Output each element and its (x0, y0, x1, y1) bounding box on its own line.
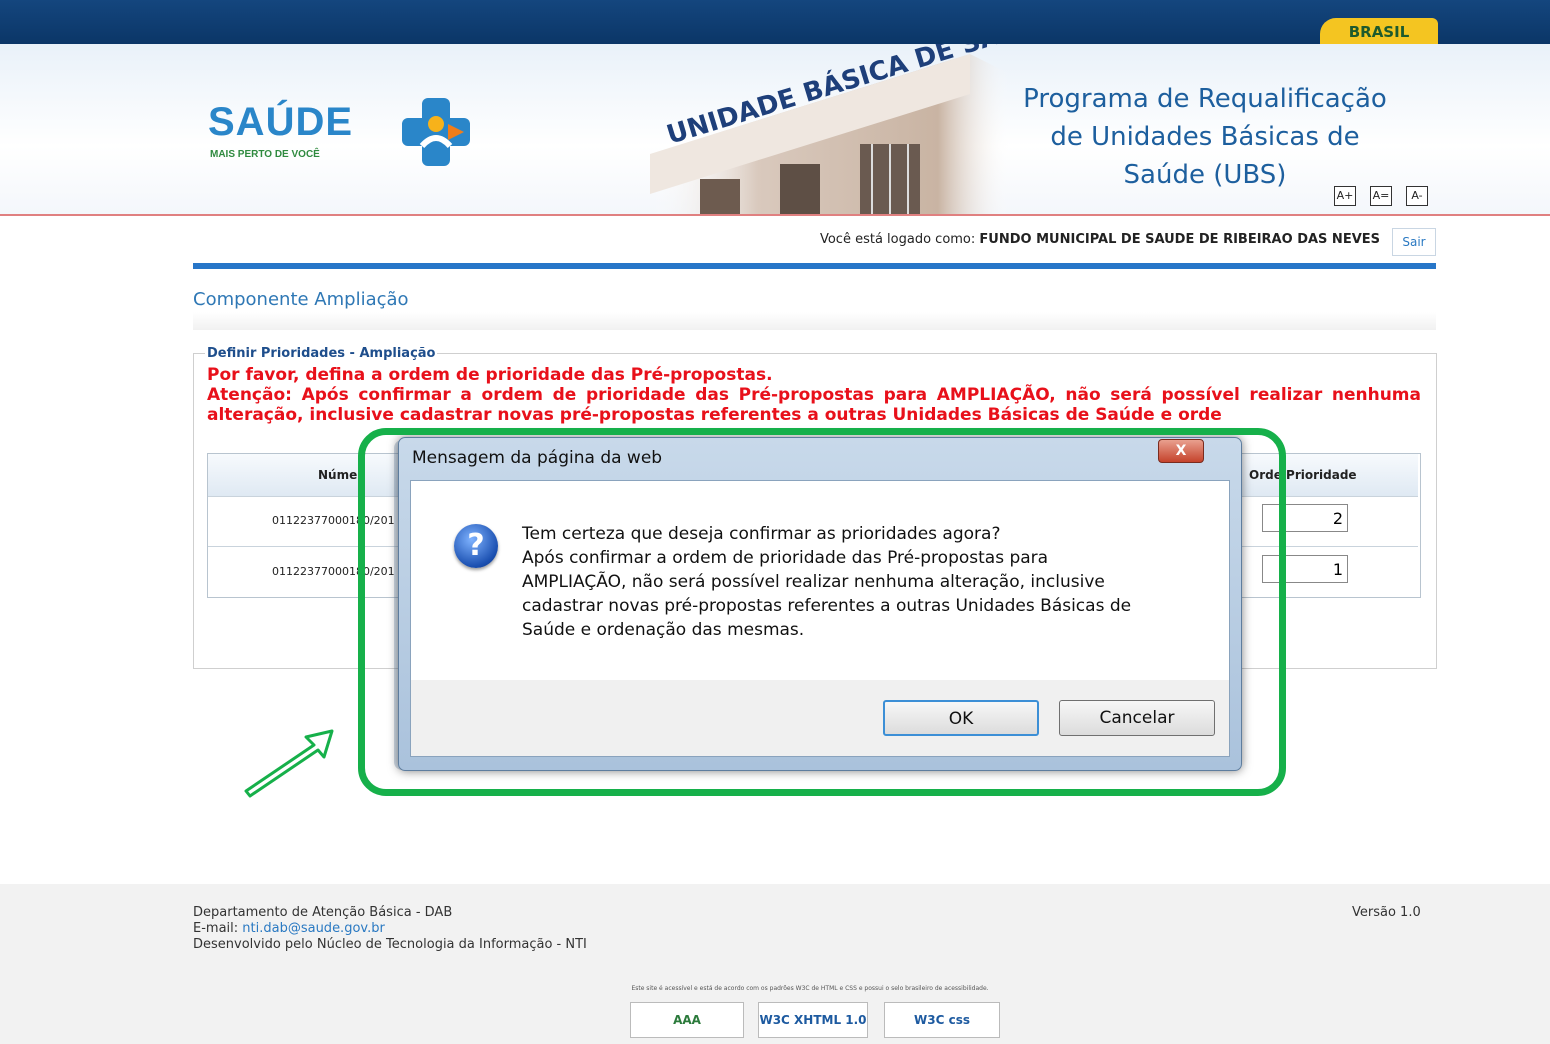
page-title: Componente Ampliação (193, 289, 409, 310)
health-cross-icon (402, 98, 470, 166)
ubs-building-image: UNIDADE BÁSICA DE SAÚDE (650, 44, 1030, 214)
accessibility-badge[interactable]: AAA (630, 1002, 744, 1038)
font-decrease-button[interactable]: A- (1406, 186, 1428, 206)
footer-email-link[interactable]: nti.dab@saude.gov.br (242, 921, 385, 936)
logout-button[interactable]: Sair (1392, 228, 1436, 256)
w3c-xhtml-badge[interactable]: W3C XHTML 1.0 (758, 1002, 868, 1038)
gov-bar (0, 0, 1550, 44)
footer-department: Departamento de Atenção Básica - DAB (193, 905, 453, 920)
login-user: FUNDO MUNICIPAL DE SAUDE DE RIBEIRAO DAS… (979, 232, 1380, 247)
accessibility-note: Este site é acessível e está de acordo c… (631, 985, 989, 992)
logo-tagline: MAIS PERTO DE VOCÊ (210, 149, 320, 160)
footer-email-label: E-mail: (193, 921, 243, 936)
program-title-line: Programa de Requalificação (1023, 84, 1387, 114)
warning-text: Por favor, defina a ordem de prioridade … (207, 365, 773, 385)
version-label: Versão 1.0 (1352, 905, 1421, 920)
program-title: Programa de Requalificação de Unidades B… (990, 80, 1420, 194)
footer-developer: Desenvolvido pelo Núcleo de Tecnologia d… (193, 937, 587, 952)
attention-text: Atenção: Após confirmar a ordem de prior… (207, 385, 1421, 425)
highlight-frame (358, 428, 1286, 796)
brasil-link[interactable]: BRASIL (1320, 18, 1438, 44)
footer-email-line: E-mail: nti.dab@saude.gov.br (193, 921, 587, 937)
title-divider (193, 312, 1436, 330)
font-increase-button[interactable]: A+ (1334, 186, 1356, 206)
arrow-icon (244, 729, 334, 798)
font-reset-button[interactable]: A= (1370, 186, 1392, 206)
login-info: Você está logado como: FUNDO MUNICIPAL D… (620, 232, 1380, 247)
column-header-number[interactable]: Núme (318, 468, 357, 482)
login-prefix: Você está logado como: (819, 232, 976, 247)
fieldset-legend: Definir Prioridades - Ampliação (205, 346, 438, 361)
program-title-line: de Unidades Básicas de (1050, 122, 1360, 152)
saude-logo[interactable]: SAÚDE (208, 100, 353, 145)
footer-info: Departamento de Atenção Básica - DAB E-m… (193, 905, 587, 953)
header-divider (193, 263, 1436, 269)
w3c-css-badge[interactable]: W3C css (884, 1002, 1000, 1038)
